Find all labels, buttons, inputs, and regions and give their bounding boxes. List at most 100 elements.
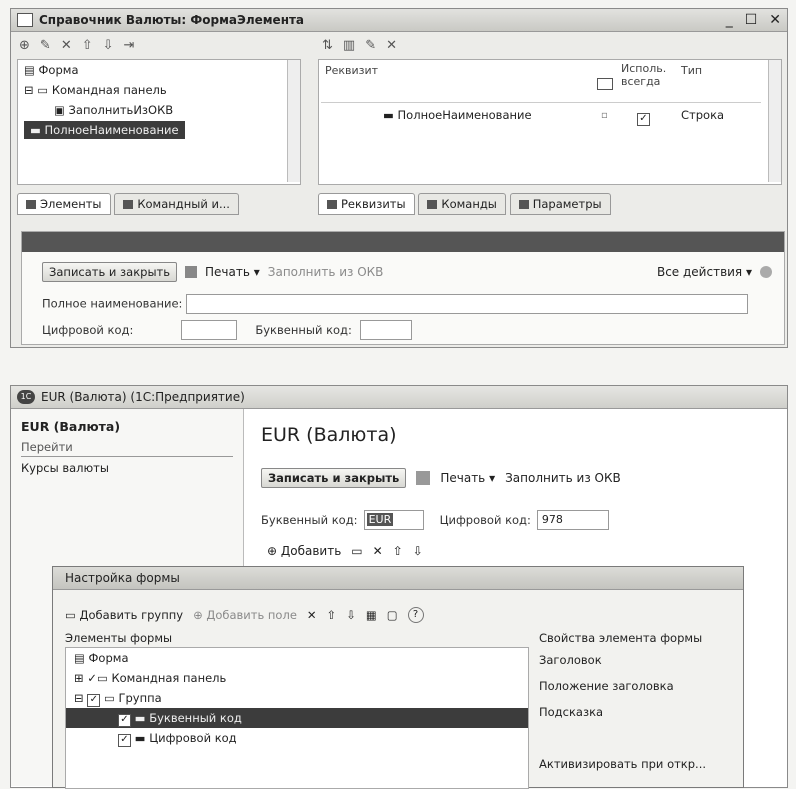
- tree-item-digit-code[interactable]: ✓ ▬ Цифровой код: [66, 728, 528, 748]
- add-icon: ⊕: [193, 608, 207, 622]
- letter-code-input[interactable]: EUR: [363, 510, 424, 530]
- attributes-grid: Реквизит Исполь. всегда Тип ▬ ПолноеНаим…: [318, 59, 782, 185]
- print-menu[interactable]: Печать ▾: [205, 265, 260, 279]
- table-icon: [597, 78, 613, 90]
- delete-icon[interactable]: ✕: [307, 608, 317, 622]
- move-up-icon[interactable]: ⇧: [393, 544, 403, 558]
- add-group-button[interactable]: ▭ Добавить группу: [65, 608, 183, 622]
- attributes-toolbar: ⇅ ▥ ✎ ✕: [316, 33, 784, 57]
- save-close-button[interactable]: Записать и закрыть: [261, 468, 407, 488]
- pencil-icon[interactable]: ✎: [365, 38, 376, 53]
- delete-icon[interactable]: ✕: [373, 544, 383, 558]
- col-header-always-use[interactable]: Исполь. всегда: [621, 62, 671, 88]
- tree-item-fill-okv[interactable]: ▣ ЗаполнитьИзОКВ: [18, 100, 300, 120]
- minimize-icon[interactable]: _: [726, 12, 733, 28]
- digit-code-input[interactable]: 978: [536, 510, 609, 530]
- group-checkbox[interactable]: ✓: [87, 694, 101, 707]
- move-up-icon[interactable]: ⇧: [82, 38, 93, 53]
- tree-item-command-panel[interactable]: ⊟ ▭ Командная панель: [18, 80, 300, 100]
- group-icon: ▭: [65, 608, 80, 622]
- field-icon: ▬: [131, 731, 150, 745]
- delete-icon[interactable]: ✕: [386, 38, 397, 53]
- tree-item-full-name[interactable]: ▬ ПолноеНаименование: [24, 121, 185, 139]
- add-field-button[interactable]: ⊕ Добавить поле: [193, 608, 297, 622]
- copy-icon[interactable]: ▥: [343, 38, 355, 53]
- prop-title[interactable]: Заголовок: [539, 647, 739, 673]
- tab-parameters[interactable]: Параметры: [509, 193, 611, 215]
- pencil-icon[interactable]: ✎: [40, 38, 51, 53]
- col-header-type[interactable]: Тип: [681, 64, 702, 77]
- add-circle-icon[interactable]: ⊕: [19, 38, 30, 53]
- prop-tooltip[interactable]: Подсказка: [539, 699, 739, 725]
- app-logo-icon: 1С: [17, 390, 35, 404]
- collapse-icon[interactable]: ⊟: [74, 691, 87, 705]
- enterprise-titlebar: 1С EUR (Валюта) (1С:Предприятие): [11, 386, 787, 409]
- delete-icon[interactable]: ✕: [61, 38, 72, 53]
- add-icon: ⊕: [267, 544, 281, 558]
- letter-code-field[interactable]: [359, 320, 412, 340]
- export-icon[interactable]: ⇥: [124, 38, 135, 53]
- move-down-icon[interactable]: ⇩: [103, 38, 114, 53]
- tree-item-letter-code[interactable]: ✓ ▬ Буквенный код: [66, 708, 528, 728]
- commands-icon: [123, 199, 134, 209]
- tree-item-command-panel[interactable]: ⊞ ✓▭ Командная панель: [66, 668, 528, 688]
- prop-title-position[interactable]: Положение заголовка: [539, 673, 739, 699]
- copy-icon[interactable]: ▢: [387, 608, 398, 622]
- designer-window: Справочник Валюты: ФормаЭлемента _ ☐ ✕ ⊕…: [10, 8, 788, 348]
- sort-icon[interactable]: ⇅: [322, 38, 333, 53]
- expand-icon[interactable]: ⊞: [74, 671, 87, 685]
- tree-item-group[interactable]: ⊟ ✓ ▭ Группа: [66, 688, 528, 708]
- settings-icon[interactable]: ▦: [366, 608, 377, 622]
- add-button[interactable]: ⊕ Добавить: [267, 544, 341, 558]
- save-close-button[interactable]: Записать и закрыть: [42, 262, 178, 282]
- print-menu[interactable]: Печать ▾: [440, 471, 495, 485]
- tab-commands[interactable]: Команды: [418, 193, 506, 215]
- check-icon[interactable]: ✓: [87, 671, 97, 685]
- maximize-icon[interactable]: ☐: [745, 12, 758, 28]
- form-settings-title: Настройка формы: [53, 567, 743, 590]
- tree-scrollbar[interactable]: [287, 60, 300, 182]
- digit-code-label: Цифровой код:: [439, 513, 531, 527]
- elements-tree: ▤ Форма ⊟ ▭ Командная панель ▣ Заполнить…: [17, 59, 301, 185]
- fill-okv-button[interactable]: Заполнить из ОКВ: [505, 471, 621, 485]
- move-down-icon[interactable]: ⇩: [413, 544, 423, 558]
- expand-icon[interactable]: ⊟: [24, 83, 37, 97]
- letter-code-label: Буквенный код:: [261, 513, 358, 527]
- nav-item-rates[interactable]: Курсы валюты: [11, 457, 243, 479]
- digit-code-field[interactable]: [181, 320, 238, 340]
- grid-scrollbar[interactable]: [768, 60, 781, 182]
- tab-command-interface[interactable]: Командный и...: [114, 193, 239, 215]
- letter-code-checkbox[interactable]: ✓: [118, 714, 131, 727]
- tree-item-form[interactable]: ▤ Форма: [66, 648, 528, 668]
- settings-tree: ▤ Форма ⊞ ✓▭ Командная панель ⊟ ✓ ▭ Груп…: [65, 647, 529, 789]
- all-actions-menu[interactable]: Все действия ▾: [657, 265, 752, 279]
- right-tabs: Реквизиты Команды Параметры: [318, 193, 611, 215]
- always-use-checkbox[interactable]: ✓: [637, 113, 650, 126]
- form-settings-dialog: Настройка формы ▭ Добавить группу ⊕ Доба…: [52, 566, 744, 789]
- prop-activate-on-open[interactable]: Активизировать при откр...: [539, 751, 739, 777]
- fill-okv-button[interactable]: Заполнить из ОКВ: [268, 265, 384, 279]
- digit-code-checkbox[interactable]: ✓: [118, 734, 131, 747]
- move-up-icon[interactable]: ⇧: [327, 608, 337, 622]
- save-icon[interactable]: [416, 471, 431, 485]
- table-row[interactable]: ▬ ПолноеНаименование: [383, 108, 532, 122]
- parameters-icon: [518, 199, 529, 209]
- move-down-icon[interactable]: ⇩: [346, 608, 356, 622]
- command-icon: ▣: [54, 103, 69, 117]
- tab-attributes[interactable]: Реквизиты: [318, 193, 415, 215]
- form-icon: [17, 13, 33, 27]
- preview-command-bar: Записать и закрыть Печать ▾ Заполнить из…: [42, 262, 772, 282]
- close-icon[interactable]: ✕: [769, 12, 781, 28]
- field-icon: ▬: [383, 108, 398, 122]
- save-icon[interactable]: [185, 266, 198, 278]
- tab-elements[interactable]: Элементы: [17, 193, 111, 215]
- form-preview: Записать и закрыть Печать ▾ Заполнить из…: [21, 231, 785, 345]
- nav-title: EUR (Валюта): [21, 419, 121, 434]
- help-button[interactable]: ?: [407, 607, 424, 623]
- help-icon[interactable]: [760, 266, 772, 278]
- copy-icon[interactable]: ▭: [351, 544, 362, 558]
- col-header-attribute[interactable]: Реквизит: [325, 64, 378, 77]
- form-icon: ▤: [24, 63, 39, 77]
- full-name-field[interactable]: [186, 294, 749, 314]
- tree-item-form[interactable]: ▤ Форма: [18, 60, 300, 80]
